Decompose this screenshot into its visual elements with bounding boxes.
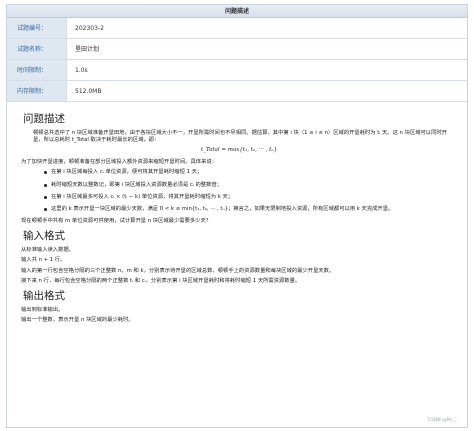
watermark: CSDN @Mr_... [427,418,459,424]
problem-content: 问题描述 顿顿总共选中了 n 块区域准备开垦田地，由于各块区域大小不一，开垦所需… [7,102,467,324]
description-intro: 顿顿总共选中了 n 块区域准备开垦田地，由于各块区域大小不一，开垦所需时间也不尽… [33,130,447,144]
problem-panel: 问题描述 试题编号： 202303-2 试题名称： 垦田计划 时间限制： 1.0… [6,4,468,428]
rule-item: 在第 i 块区域最多可投入 cᵢ × (tᵢ − k) 单位资源，将其开垦耗时缩… [44,194,457,201]
info-label-memory: 内存限制： [7,81,67,101]
input-line: 接下来 n 行，每行包含空格分隔的两个正整数 tᵢ 和 cᵢ，分别表示第 i 块… [21,277,301,284]
info-value-id: 202303-2 [75,25,104,32]
section-heading-output: 输出格式 [23,289,65,302]
input-line: 输入共 n + 1 行。 [21,257,66,264]
output-line: 输出到标准输出。 [21,306,64,313]
output-line: 输出一个整数，表示开垦 n 块区域的最少耗时。 [21,317,134,324]
info-label-id: 试题编号： [7,18,67,38]
info-value-memory: 512.0MB [75,88,102,95]
info-row-name: 试题名称： 垦田计划 [7,39,467,60]
input-line: 输入的第一行包含空格分隔的三个正整数 n、m 和 k，分别表示待开垦的区域总数、… [21,267,335,274]
section-heading-input: 输入格式 [23,230,65,243]
info-label-name: 试题名称： [7,39,67,59]
input-line: 从标准输入读入数据。 [21,247,74,254]
section-heading-description: 问题描述 [23,113,65,125]
info-value-time: 1.0s [75,67,88,74]
rule-item: 这里的 k 表示开垦一块区域的最少天数，满足 0 < k ≤ min{t₁, t… [44,206,457,213]
rule-item: 耗时缩短天数以整数记，即第 i 块区域投入资源数量必须是 cᵢ 的整数倍； [44,182,457,189]
info-label-time: 时间限制： [7,60,67,80]
rule-item: 在第 i 块区域每投入 cᵢ 单位资源，便可将其开垦耗时缩短 1 天； [44,169,457,176]
info-row-id: 试题编号： 202303-2 [7,18,467,39]
description-para2: 为了加快开垦进度，顿顿准备在部分区域投入额外资源来缩短开垦时间。具体来说： [21,159,217,166]
rules-list: 在第 i 块区域每投入 cᵢ 单位资源，便可将其开垦耗时缩短 1 天； 耗时缩短… [44,169,457,213]
total-time-formula: t_Total = max{t₁, t₂, ··· , tₙ} [200,147,278,154]
description-para3: 现在顿顿手中共有 m 单位资源可供使用，试计算开垦 n 块区域最少需要多少天？ [21,217,212,224]
info-row-time: 时间限制： 1.0s [7,60,467,81]
panel-title: 问题描述 [7,5,467,18]
info-value-name: 垦田计划 [75,46,100,53]
info-row-memory: 内存限制： 512.0MB [7,81,467,102]
